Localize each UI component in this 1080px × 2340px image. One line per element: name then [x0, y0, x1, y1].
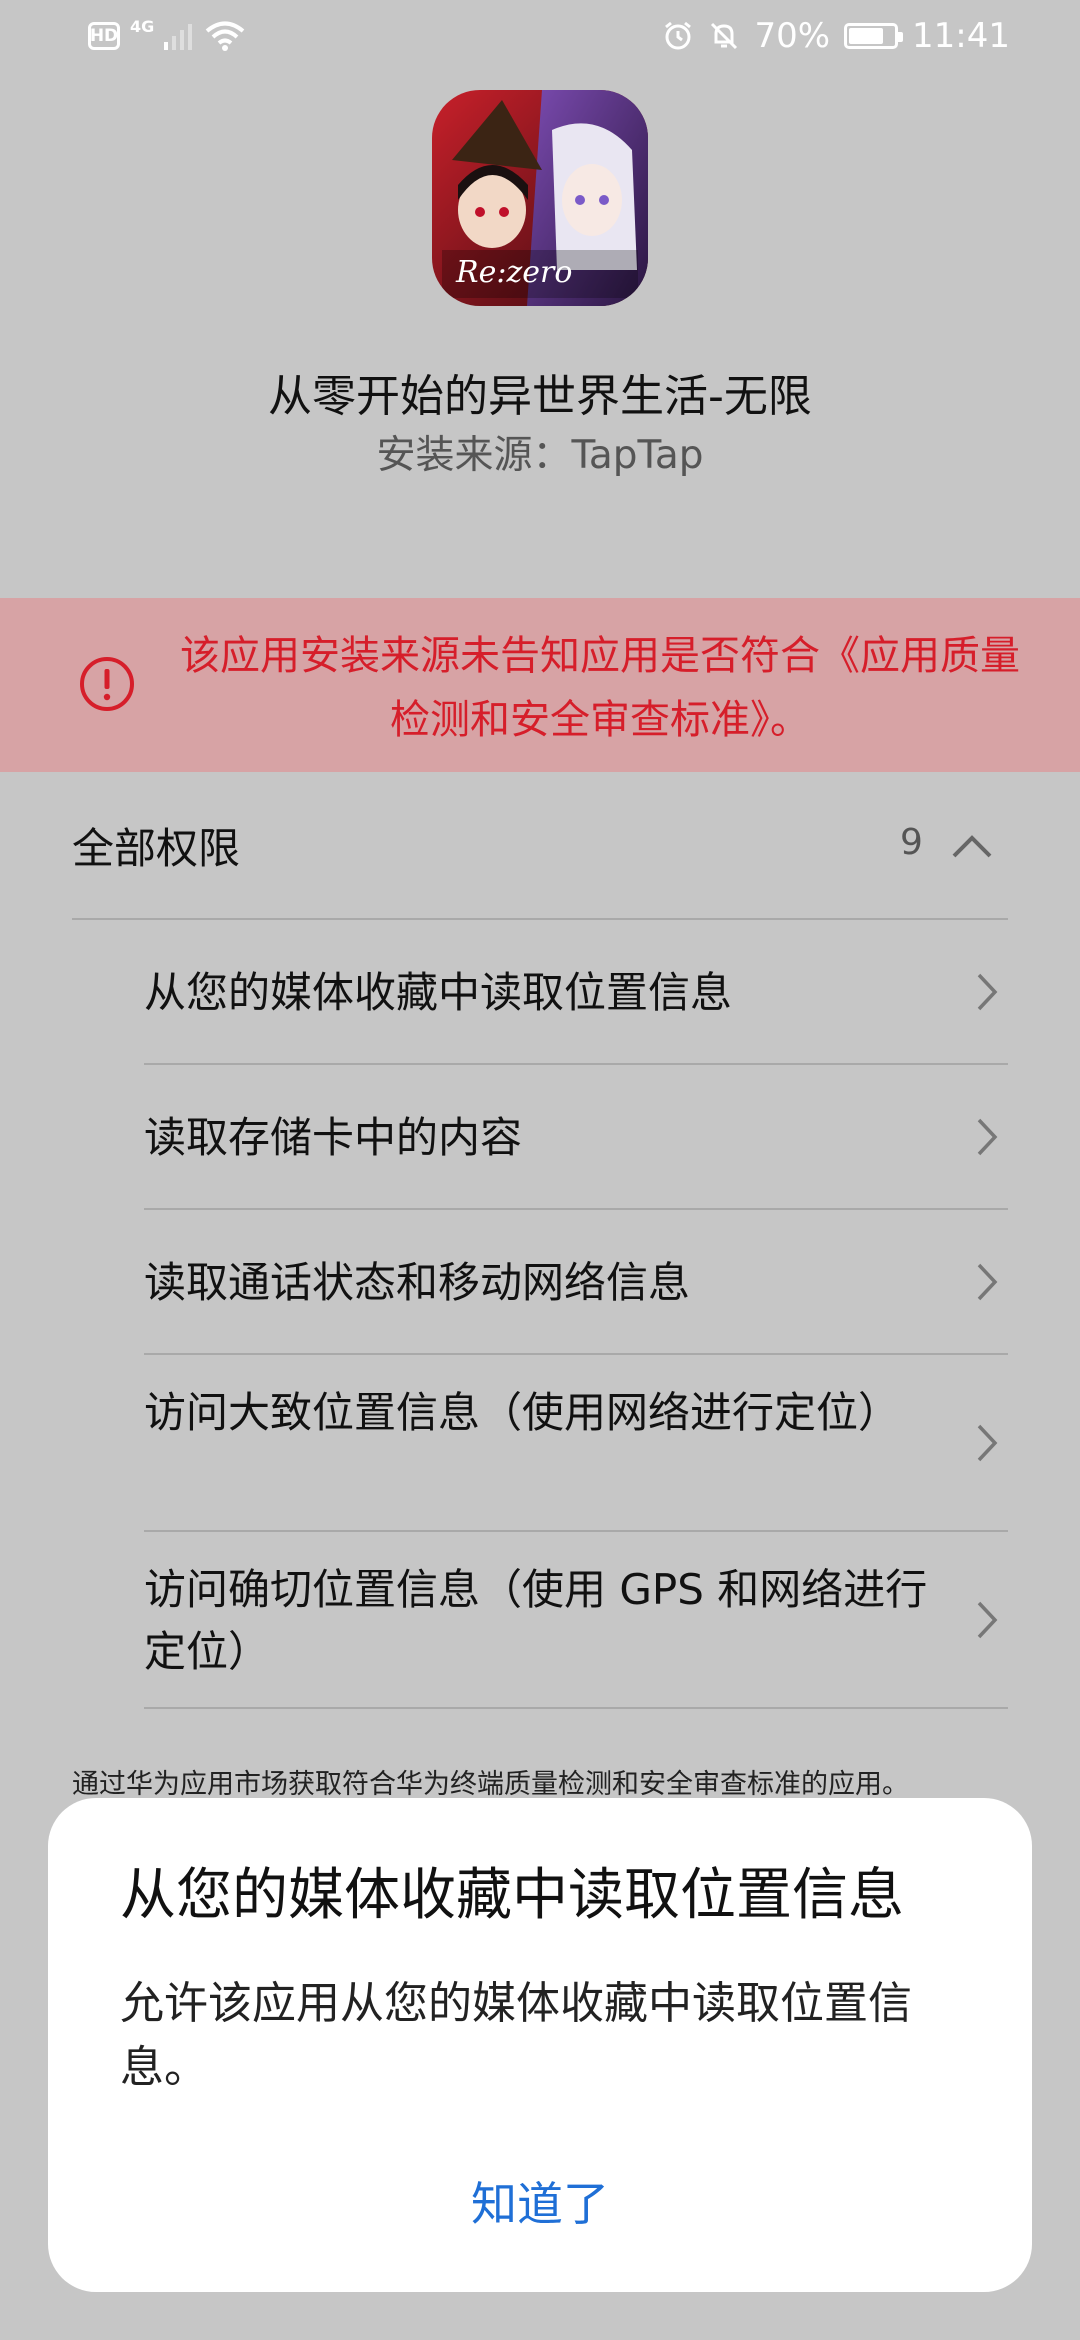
app-name: 从零开始的异世界生活-无限 — [268, 371, 812, 422]
divider — [144, 1063, 1008, 1065]
permission-item-storage[interactable]: 读取存储卡中的内容 — [144, 1107, 944, 1169]
divider — [144, 1353, 1008, 1355]
divider — [144, 1707, 1008, 1709]
status-left: HD 4G — [88, 16, 246, 52]
permission-item-coarse-location[interactable]: 访问大致位置信息（使用网络进行定位） — [144, 1382, 944, 1444]
permission-item-phone-state[interactable]: 读取通话状态和移动网络信息 — [144, 1252, 944, 1314]
footnote: 通过华为应用市场获取符合华为终端质量检测和安全审查标准的应用。 — [72, 1769, 909, 1800]
permission-item-fine-location[interactable]: 访问确切位置信息（使用 GPS 和网络进行定位） — [144, 1559, 944, 1683]
dialog-title: 从您的媒体收藏中读取位置信息 — [120, 1863, 904, 1928]
dialog-body: 允许该应用从您的媒体收藏中读取位置信息。 — [120, 1978, 912, 2093]
chevron-right-icon[interactable] — [976, 1600, 998, 1640]
signal-icon — [164, 24, 193, 50]
network-type: 4G — [130, 16, 155, 36]
warning-text: 该应用安装来源未告知应用是否符合《应用质量检测和安全审查标准》。 — [180, 633, 1020, 743]
chevron-right-icon[interactable] — [976, 1262, 998, 1302]
divider — [144, 1208, 1008, 1210]
hd-icon: HD — [88, 22, 120, 50]
permissions-header[interactable]: 全部权限 — [72, 815, 240, 876]
chevron-up-icon[interactable] — [950, 830, 994, 860]
status-bar: HD 4G 70% 11:41 — [0, 0, 1080, 78]
mute-icon — [711, 22, 738, 50]
install-source: 安装来源：TapTap — [376, 433, 704, 478]
alarm-icon — [665, 21, 692, 50]
divider — [72, 918, 1008, 920]
battery-percent: 70% — [754, 16, 831, 56]
permission-dialog: 从您的媒体收藏中读取位置信息 允许该应用从您的媒体收藏中读取位置信息。 知道了 — [48, 1798, 1032, 2292]
divider — [144, 1530, 1008, 1532]
permissions-count: 9 — [900, 822, 923, 863]
permission-item-media-location[interactable]: 从您的媒体收藏中读取位置信息 — [144, 962, 944, 1024]
chevron-right-icon[interactable] — [976, 1423, 998, 1463]
status-right: 70% 11:41 — [662, 16, 1010, 56]
wifi-icon — [205, 21, 245, 51]
got-it-button[interactable]: 知道了 — [48, 2168, 1032, 2234]
chevron-right-icon[interactable] — [976, 972, 998, 1012]
warning-icon — [80, 657, 134, 711]
battery-icon — [844, 23, 904, 49]
chevron-right-icon[interactable] — [976, 1117, 998, 1157]
app-icon-logo: Re:zero — [455, 255, 572, 290]
app-icon: Re:zero — [432, 90, 648, 306]
clock: 11:41 — [912, 16, 1010, 56]
